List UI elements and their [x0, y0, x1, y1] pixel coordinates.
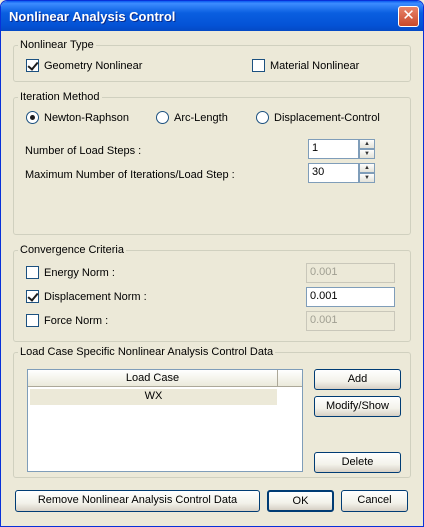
energy-norm-checkbox[interactable]: Energy Norm :: [26, 266, 115, 279]
max-iterations-label: Maximum Number of Iterations/Load Step :: [25, 169, 235, 181]
ok-button[interactable]: OK: [267, 490, 334, 512]
displacement-norm-checkmark: [26, 290, 39, 303]
load-case-column-header[interactable]: Load Case: [28, 370, 278, 387]
spin-down-icon[interactable]: ▼: [359, 173, 375, 183]
max-iterations-spinner[interactable]: ▲ ▼: [359, 163, 375, 183]
dialog-window: Nonlinear Analysis Control ✕ Nonlinear T…: [0, 0, 424, 527]
force-norm-box: [26, 314, 39, 327]
arc-length-label: Arc-Length: [174, 111, 228, 124]
displacement-control-label: Displacement-Control: [274, 111, 380, 124]
close-button[interactable]: ✕: [398, 6, 419, 27]
displacement-norm-label: Displacement Norm :: [44, 290, 147, 303]
add-button[interactable]: Add: [314, 369, 401, 390]
spin-up-icon[interactable]: ▲: [359, 163, 375, 173]
dialog-title: Nonlinear Analysis Control: [9, 9, 176, 24]
displacement-norm-input[interactable]: 0.001: [306, 287, 395, 307]
dialog-client: Nonlinear Type Geometry Nonlinear Materi…: [4, 31, 420, 524]
cancel-button[interactable]: Cancel: [341, 490, 408, 512]
remove-control-data-button[interactable]: Remove Nonlinear Analysis Control Data: [15, 490, 260, 512]
energy-norm-label: Energy Norm :: [44, 266, 115, 279]
load-steps-input[interactable]: 1: [308, 139, 359, 159]
spin-down-icon[interactable]: ▼: [359, 149, 375, 159]
spin-up-icon[interactable]: ▲: [359, 139, 375, 149]
geometry-nonlinear-label: Geometry Nonlinear: [44, 59, 143, 72]
energy-norm-box: [26, 266, 39, 279]
geometry-nonlinear-checkbox[interactable]: Geometry Nonlinear: [26, 59, 142, 72]
load-case-grid[interactable]: Load Case WX: [27, 369, 303, 472]
nonlinear-type-legend: Nonlinear Type: [20, 39, 94, 51]
table-row[interactable]: WX: [30, 389, 277, 405]
load-steps-label: Number of Load Steps :: [25, 145, 142, 157]
max-iterations-input[interactable]: 30: [308, 163, 359, 183]
geometry-nonlinear-checkmark: [26, 59, 39, 72]
title-bar[interactable]: Nonlinear Analysis Control ✕: [1, 1, 423, 31]
material-nonlinear-box: [252, 59, 265, 72]
convergence-criteria-legend: Convergence Criteria: [20, 244, 124, 256]
material-nonlinear-checkbox[interactable]: Material Nonlinear: [252, 59, 359, 72]
energy-norm-input: 0.001: [306, 263, 395, 283]
displacement-norm-checkbox[interactable]: Displacement Norm :: [26, 290, 147, 303]
arc-length-radio-dot: [156, 111, 169, 124]
delete-button[interactable]: Delete: [314, 452, 401, 473]
load-steps-spinner[interactable]: ▲ ▼: [359, 139, 375, 159]
force-norm-checkbox[interactable]: Force Norm :: [26, 314, 108, 327]
load-case-legend: Load Case Specific Nonlinear Analysis Co…: [20, 346, 274, 358]
load-case-extra-header: [278, 370, 302, 387]
force-norm-label: Force Norm :: [44, 314, 109, 327]
newton-raphson-radio-dot: [26, 111, 39, 124]
iteration-method-legend: Iteration Method: [20, 91, 100, 103]
newton-raphson-label: Newton-Raphson: [44, 111, 129, 124]
force-norm-input: 0.001: [306, 311, 395, 331]
arc-length-radio[interactable]: Arc-Length: [156, 111, 228, 124]
modify-show-button[interactable]: Modify/Show: [314, 396, 401, 417]
material-nonlinear-label: Material Nonlinear: [270, 59, 360, 72]
displacement-control-radio-dot: [256, 111, 269, 124]
displacement-control-radio[interactable]: Displacement-Control: [256, 111, 380, 124]
newton-raphson-radio[interactable]: Newton-Raphson: [26, 111, 129, 124]
